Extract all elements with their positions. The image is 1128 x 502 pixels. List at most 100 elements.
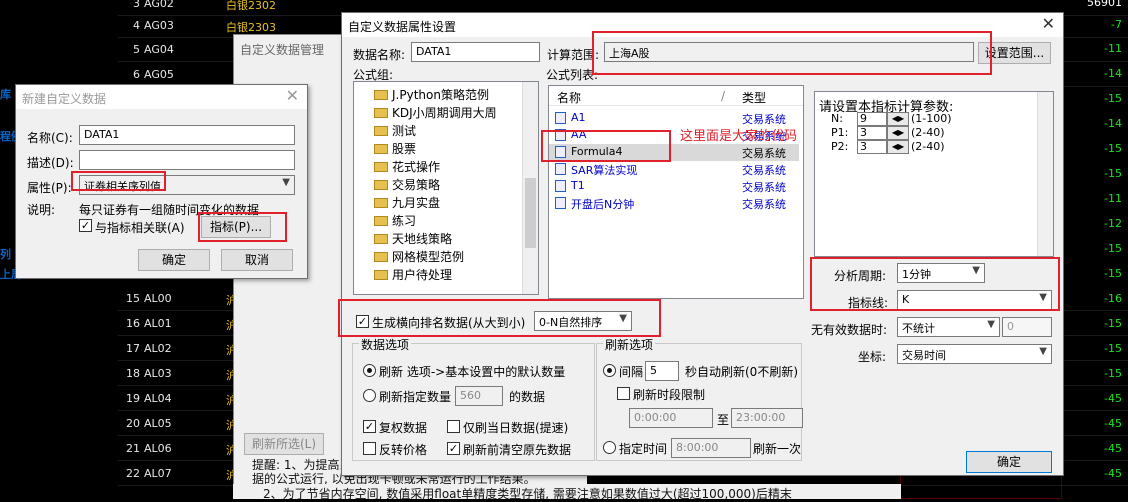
data-name-label: 数据名称: [353, 48, 406, 62]
list-item[interactable]: Formula4 交易系统 [549, 144, 799, 161]
interval-radio[interactable] [603, 364, 616, 377]
chevron-down-icon: ▼ [972, 265, 980, 276]
attr-select[interactable]: 证券相关序列值 ▼ [79, 175, 295, 195]
attr-settings-dialog: 自定义数据属性设置 ✕ 数据名称: DATA1 计算范围: 上海A股 设置范围.… [338, 12, 1064, 476]
period-limit-label: 刷新时段限制 [633, 388, 706, 402]
formula-icon [555, 197, 566, 209]
param-input[interactable]: 9 [857, 112, 887, 126]
tree-item[interactable]: 九月实盘 [374, 194, 440, 211]
column-type[interactable]: 类型 [742, 89, 766, 106]
folder-icon [374, 216, 388, 226]
refresh-options-group: 刷新选项 间隔 5 秒自动刷新(0不刷新) 刷新时段限制 0:00:00 至 2… [596, 336, 803, 461]
folder-icon [374, 198, 388, 208]
ok-button[interactable]: 确定 [966, 451, 1052, 473]
tree-item[interactable]: 用户待处理 [374, 266, 452, 283]
data-options-group: 数据选项 刷新 选项->基本设置中的默认数量 刷新指定数量 560 的数据 ✓ … [352, 336, 595, 461]
dialog-title: 自定义数据属性设置 [348, 20, 457, 34]
cancel-button[interactable]: 取消 [221, 249, 293, 271]
list-item[interactable]: T1 交易系统 [549, 178, 799, 195]
formula-icon [555, 146, 566, 158]
set-range-button[interactable]: 设置范围... [978, 42, 1051, 64]
param-range: (2-40) [911, 126, 945, 139]
scrollbar-thumb[interactable] [525, 178, 536, 248]
only-today-checkbox[interactable] [447, 420, 460, 433]
interval-input[interactable]: 5 [645, 361, 679, 381]
list-item[interactable]: 开盘后N分钟 交易系统 [549, 195, 799, 212]
annotation-text: 这里面是大家的代码 [680, 129, 798, 144]
scrollbar[interactable] [522, 82, 538, 294]
tree-item[interactable]: 天地线策略 [374, 230, 452, 247]
desc-label: 描述(D): [27, 156, 74, 170]
clear-before-checkbox[interactable]: ✓ [447, 442, 460, 455]
indicator-line-label: 指标线: [848, 296, 889, 310]
param-panel: 请设置本指标计算参数: N: 9 ◀▶ (1-100) P1: 3 ◀▶ (2-… [814, 91, 1054, 257]
scrollbar[interactable] [1037, 92, 1053, 256]
ok-button[interactable]: 确定 [138, 249, 210, 271]
folder-icon [374, 90, 388, 100]
spin-arrows-icon[interactable]: ◀▶ [887, 112, 909, 126]
formula-icon [555, 180, 566, 192]
axis-select[interactable]: 交易时间 ▼ [897, 344, 1052, 364]
group-title: 数据选项 [359, 336, 412, 353]
tree-item[interactable]: 花式操作 [374, 158, 440, 175]
indicator-button[interactable]: 指标(P)... [201, 216, 271, 238]
tree-item[interactable]: 交易策略 [374, 176, 440, 193]
formula-list-label: 公式列表: [546, 68, 599, 82]
refresh-default-radio[interactable] [363, 364, 376, 377]
period-select[interactable]: 1分钟 ▼ [897, 263, 985, 283]
spin-arrows-icon[interactable]: ◀▶ [887, 140, 909, 154]
period-limit-checkbox[interactable] [617, 387, 630, 400]
sort-select[interactable]: 0-N自然排序 ▼ [534, 311, 632, 331]
refresh-default-label: 刷新 选项->基本设置中的默认数量 [379, 365, 566, 379]
tree-item[interactable]: 测试 [374, 122, 416, 139]
link-label: 与指标相关联(A) [95, 221, 185, 235]
tree-item[interactable]: J.Python策略范例 [374, 86, 489, 103]
column-name[interactable]: 名称 [557, 89, 581, 106]
list-item[interactable]: SAR算法实现 交易系统 [549, 161, 799, 178]
folder-icon [374, 126, 388, 136]
change-column: 56901 -7 -11 -14 -15 -14 -15 -15 -11 -12… [1087, 0, 1122, 480]
close-icon[interactable]: ✕ [1042, 15, 1055, 33]
tree-item[interactable]: KDJ小周期调用大周 [374, 104, 497, 121]
attr-label: 属性(P): [27, 181, 72, 195]
data-name-input[interactable]: DATA1 [411, 42, 540, 62]
no-data-select[interactable]: 不统计 ▼ [897, 317, 1000, 337]
param-range: (2-40) [911, 140, 945, 153]
chevron-down-icon: ▼ [1039, 292, 1047, 303]
axis-label: 坐标: [858, 350, 887, 364]
reverse-price-checkbox[interactable] [363, 442, 376, 455]
refresh-count-input: 560 [455, 386, 503, 406]
period-label: 分析周期: [834, 269, 887, 283]
refresh-count-radio[interactable] [363, 389, 376, 402]
calc-range-input: 上海A股 [604, 42, 974, 62]
spin-arrows-icon[interactable]: ◀▶ [887, 126, 909, 140]
link-checkbox[interactable]: ✓ [79, 219, 92, 232]
list-header: 名称 / 类型 [549, 86, 803, 106]
folder-icon [374, 180, 388, 190]
tree-item[interactable]: 网格模型范例 [374, 248, 464, 265]
dialog-title: 新建自定义数据 [22, 92, 107, 106]
chevron-down-icon: ▼ [987, 319, 995, 330]
calc-range-label: 计算范围: [547, 48, 600, 62]
name-input[interactable]: DATA1 [79, 125, 295, 145]
desc-input[interactable] [79, 150, 295, 170]
close-icon[interactable]: ✕ [286, 87, 299, 105]
param-input[interactable]: 3 [857, 126, 887, 140]
no-data-label: 无有效数据时: [811, 323, 888, 337]
tree-item[interactable]: 练习 [374, 212, 416, 229]
note-label: 说明: [27, 203, 56, 217]
indicator-line-select[interactable]: K ▼ [897, 290, 1052, 310]
restore-rights-checkbox[interactable]: ✓ [363, 420, 376, 433]
gen-rank-checkbox[interactable]: ✓ [356, 315, 369, 328]
refresh-selected-button[interactable]: 刷新所选(L) [244, 433, 324, 455]
folder-icon [374, 108, 388, 118]
formula-group-tree[interactable]: J.Python策略范例 KDJ小周期调用大周 测试 股票 花式操作 交易策略 … [353, 81, 539, 295]
param-input[interactable]: 3 [857, 140, 887, 154]
fixed-time-suffix: 刷新一次 [753, 442, 802, 456]
refresh-count-suffix: 的数据 [509, 390, 546, 404]
title-bar: 自定义数据属性设置 ✕ [342, 13, 1063, 37]
formula-list[interactable]: 名称 / 类型 A1 交易系统 AA 交易系统 Formula4 交易系统 SAR算法… [548, 85, 804, 299]
tree-item[interactable]: 股票 [374, 140, 416, 157]
param-range: (1-100) [911, 112, 952, 125]
fixed-time-radio[interactable] [603, 441, 616, 454]
